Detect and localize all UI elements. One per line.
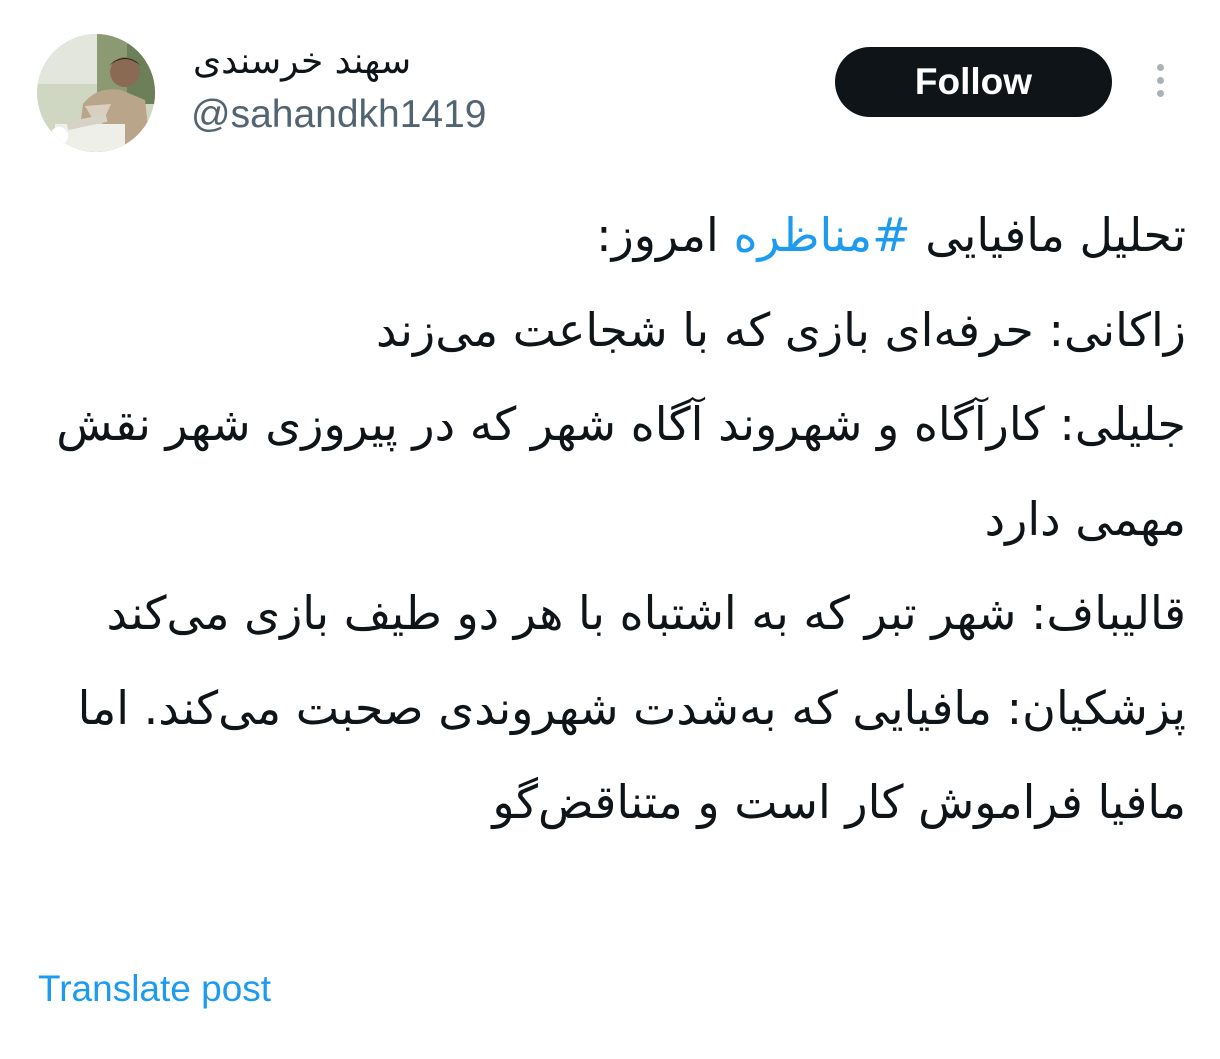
tweet-paragraph: جلیلی: کارآگاه و شهروند آگاه شهر که در پ… — [56, 397, 1186, 546]
tweet-paragraph: تحلیل مافیایی #مناظره امروز: — [44, 188, 1186, 283]
follow-button[interactable]: Follow — [835, 47, 1112, 117]
avatar-photo — [37, 34, 155, 152]
tweet-paragraph: زاکانی: حرفه‌ای بازی که با شجاعت می‌زند — [376, 302, 1186, 357]
dot — [1156, 64, 1164, 71]
tweet-text: تحلیل مافیایی #مناظره امروز: زاکانی: حرف… — [44, 188, 1186, 850]
tweet-paragraph: پزشکیان: مافیایی که به‌شدت شهروندی صحبت … — [77, 680, 1186, 830]
tweet-paragraph: قالیباف: شهر تبر که به اشتباه با هر دو ط… — [106, 586, 1186, 640]
avatar[interactable] — [37, 34, 155, 152]
dot — [1156, 90, 1164, 97]
tweet-text-segment: تحلیل مافیایی — [910, 208, 1186, 262]
more-vertical-icon[interactable] — [1142, 60, 1178, 104]
author-handle[interactable]: @sahandkh1419 — [191, 90, 487, 140]
translate-post-link[interactable]: Translate post — [38, 964, 271, 1014]
dot — [1156, 77, 1164, 84]
tweet-text-segment: امروز: — [596, 208, 734, 262]
hashtag-link[interactable]: #مناظره — [733, 208, 910, 262]
author-display-name[interactable]: سهند خرسندی — [193, 36, 411, 88]
